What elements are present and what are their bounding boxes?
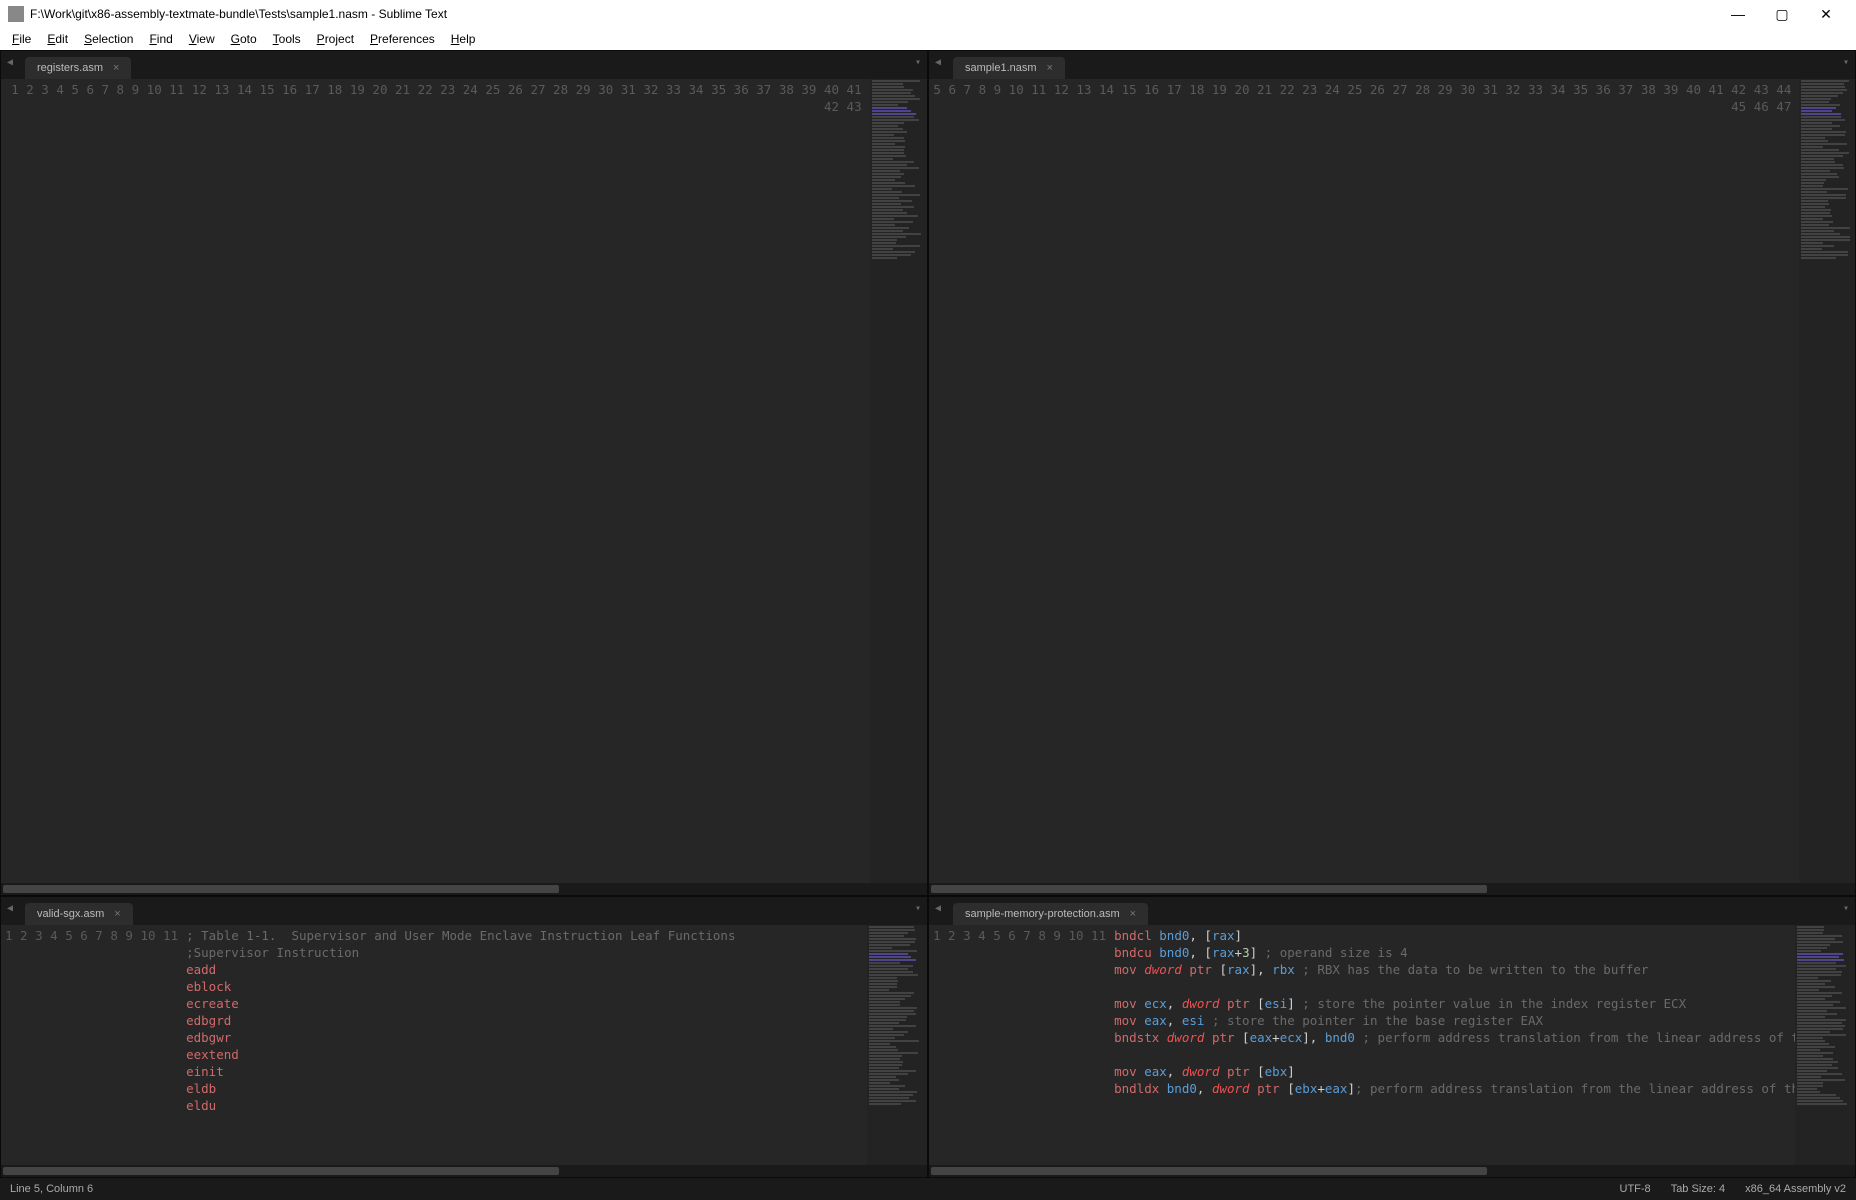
gutter: 1 2 3 4 5 6 7 8 9 10 11 12 13 14 15 16 1… <box>1 79 870 883</box>
tab-valid-sgx.asm[interactable]: valid-sgx.asm × <box>25 903 133 925</box>
menu-edit[interactable]: Edit <box>39 30 76 48</box>
scrollbar-horizontal[interactable] <box>1 1165 927 1177</box>
status-tabsize[interactable]: Tab Size: 4 <box>1671 1183 1725 1195</box>
pane-bottom-left: ◀ valid-sgx.asm × ▾ 1 2 3 4 5 6 7 8 9 10 … <box>0 896 928 1178</box>
minimap[interactable] <box>1799 79 1855 883</box>
pane-top-right: ◀ sample1.nasm × ▾ 5 6 7 8 9 10 11 12 13 … <box>928 50 1856 896</box>
pane-top-left: ◀ registers.asm × ▾ 1 2 3 4 5 6 7 8 9 10 … <box>0 50 928 896</box>
tab-label: registers.asm <box>37 62 103 74</box>
maximize-button[interactable]: ▢ <box>1760 6 1804 23</box>
close-button[interactable]: ✕ <box>1804 6 1848 23</box>
tab-nav-right[interactable]: ▾ <box>915 903 921 914</box>
tab-nav-left[interactable]: ◀ <box>935 903 941 914</box>
menu-tools[interactable]: Tools <box>265 30 309 48</box>
tab-label: valid-sgx.asm <box>37 908 104 920</box>
tab-nav-left[interactable]: ◀ <box>7 903 13 914</box>
statusbar: Line 5, Column 6 UTF-8 Tab Size: 4 x86_6… <box>0 1178 1856 1200</box>
menu-project[interactable]: Project <box>309 30 362 48</box>
tab-sample1.nasm[interactable]: sample1.nasm × <box>953 57 1065 79</box>
menu-goto[interactable]: Goto <box>223 30 265 48</box>
tab-close-icon[interactable]: × <box>114 908 120 920</box>
workspace: ◀ registers.asm × ▾ 1 2 3 4 5 6 7 8 9 10 … <box>0 50 1856 1178</box>
minimap[interactable] <box>867 925 927 1165</box>
app-icon <box>8 6 24 22</box>
tab-nav-right[interactable]: ▾ <box>1843 903 1849 914</box>
editor-area[interactable]: 1 2 3 4 5 6 7 8 9 10 11 12 13 14 15 16 1… <box>1 79 927 883</box>
status-encoding[interactable]: UTF-8 <box>1620 1183 1651 1195</box>
scrollbar-horizontal[interactable] <box>929 883 1855 895</box>
window-title: F:\Work\git\x86-assembly-textmate-bundle… <box>30 7 1716 21</box>
menu-selection[interactable]: Selection <box>76 30 141 48</box>
tab-nav-right[interactable]: ▾ <box>915 57 921 68</box>
gutter: 5 6 7 8 9 10 11 12 13 14 15 16 17 18 19 … <box>929 79 1799 883</box>
tab-nav-left[interactable]: ◀ <box>935 57 941 68</box>
menu-view[interactable]: View <box>181 30 223 48</box>
tab-close-icon[interactable]: × <box>1047 62 1053 74</box>
tab-close-icon[interactable]: × <box>1130 908 1136 920</box>
menubar: FileEditSelectionFindViewGotoToolsProjec… <box>0 28 1856 50</box>
menu-preferences[interactable]: Preferences <box>362 30 443 48</box>
minimap[interactable] <box>870 79 927 883</box>
status-syntax[interactable]: x86_64 Assembly v2 <box>1745 1183 1846 1195</box>
tab-nav-left[interactable]: ◀ <box>7 57 13 68</box>
pane-bottom-right: ◀ sample-memory-protection.asm × ▾ 1 2 3 … <box>928 896 1856 1178</box>
editor-area[interactable]: 1 2 3 4 5 6 7 8 9 10 11 ; Table 1-1. Sup… <box>1 925 927 1165</box>
menu-file[interactable]: File <box>4 30 39 48</box>
code-content[interactable]: ; Table 1-1. Supervisor and User Mode En… <box>186 925 867 1165</box>
tab-registers.asm[interactable]: registers.asm × <box>25 57 131 79</box>
editor-area[interactable]: 1 2 3 4 5 6 7 8 9 10 11 bndcl bnd0, [rax… <box>929 925 1855 1165</box>
tab-label: sample1.nasm <box>965 62 1037 74</box>
status-position[interactable]: Line 5, Column 6 <box>10 1183 93 1195</box>
tab-label: sample-memory-protection.asm <box>965 908 1120 920</box>
tab-nav-right[interactable]: ▾ <box>1843 57 1849 68</box>
gutter: 1 2 3 4 5 6 7 8 9 10 11 <box>1 925 186 1165</box>
minimap[interactable] <box>1795 925 1855 1165</box>
tab-sample-memory-protection.asm[interactable]: sample-memory-protection.asm × <box>953 903 1148 925</box>
scrollbar-horizontal[interactable] <box>929 1165 1855 1177</box>
menu-find[interactable]: Find <box>141 30 180 48</box>
editor-area[interactable]: 5 6 7 8 9 10 11 12 13 14 15 16 17 18 19 … <box>929 79 1855 883</box>
tab-close-icon[interactable]: × <box>113 62 119 74</box>
gutter: 1 2 3 4 5 6 7 8 9 10 11 <box>929 925 1114 1165</box>
code-content[interactable]: bndcl bnd0, [rax] bndcu bnd0, [rax+3] ; … <box>1114 925 1795 1165</box>
minimize-button[interactable]: — <box>1716 6 1760 22</box>
menu-help[interactable]: Help <box>443 30 484 48</box>
titlebar: F:\Work\git\x86-assembly-textmate-bundle… <box>0 0 1856 28</box>
scrollbar-horizontal[interactable] <box>1 883 927 895</box>
